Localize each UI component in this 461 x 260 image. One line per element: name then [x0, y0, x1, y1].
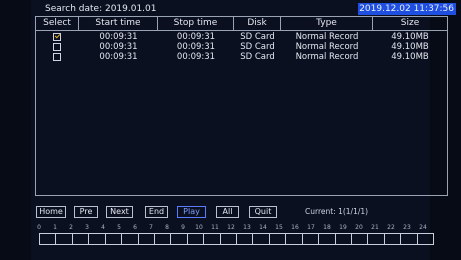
column-header-select: Select: [36, 17, 79, 30]
hour-label: 24: [419, 224, 427, 231]
timeline-segment[interactable]: [352, 234, 369, 244]
playback-search-screen: Search date: 2019.01.01 2019.12.02 11:37…: [0, 0, 461, 260]
row-checkbox[interactable]: [53, 43, 61, 51]
timeline-segment[interactable]: [418, 234, 433, 244]
timeline-segment[interactable]: [303, 234, 320, 244]
next-page-button[interactable]: Next: [106, 206, 133, 218]
hour-label: 2: [69, 224, 73, 231]
column-header-start-time: Start time: [79, 17, 158, 30]
timeline-hour-labels: 0 1 2 3 4 5 6 7 8 9 10 11 12 13 14 15 16…: [35, 224, 435, 233]
play-button[interactable]: Play: [177, 206, 206, 218]
system-clock: 2019.12.02 11:37:56: [358, 3, 456, 15]
row-disk: SD Card: [240, 32, 275, 42]
timeline-segment[interactable]: [286, 234, 303, 244]
column-header-size: Size: [400, 18, 420, 28]
row-checkbox[interactable]: [53, 53, 61, 61]
row-type: Normal Record: [295, 42, 359, 52]
hour-label: 15: [275, 224, 283, 231]
hour-label: 4: [101, 224, 105, 231]
row-start-time: 00:09:31: [99, 52, 138, 62]
row-size: 49.10MB: [391, 52, 429, 62]
hour-label: 23: [403, 224, 411, 231]
timeline-segment[interactable]: [319, 234, 336, 244]
timeline-bar[interactable]: [39, 233, 434, 245]
row-size: 49.10MB: [391, 32, 429, 42]
hour-label: 10: [195, 224, 203, 231]
table-row[interactable]: 00:09:31 00:09:31 SD Card Normal Record …: [36, 53, 447, 62]
timeline-segment[interactable]: [155, 234, 172, 244]
timeline-segment[interactable]: [73, 234, 90, 244]
row-stop-time: 00:09:31: [176, 42, 216, 52]
hour-label: 3: [85, 224, 89, 231]
first-page-button[interactable]: Home: [36, 206, 66, 218]
hour-label: 17: [307, 224, 315, 231]
timeline-segment[interactable]: [368, 234, 385, 244]
table-row[interactable]: 00:09:31 00:09:31 SD Card Normal Record …: [36, 43, 447, 52]
end-page-button[interactable]: End: [145, 206, 168, 218]
timeline-segment[interactable]: [270, 234, 287, 244]
timeline-segment[interactable]: [204, 234, 221, 244]
timeline-segment[interactable]: [237, 234, 254, 244]
row-size: 49.10MB: [391, 42, 429, 52]
timeline-segment[interactable]: [188, 234, 205, 244]
hour-label: 13: [243, 224, 251, 231]
hour-label: 16: [291, 224, 299, 231]
row-checkbox[interactable]: [53, 33, 61, 41]
row-start-time: 00:09:31: [99, 32, 138, 42]
timeline-segment[interactable]: [56, 234, 73, 244]
hour-label: 5: [117, 224, 121, 231]
quit-button[interactable]: Quit: [249, 206, 277, 218]
column-header-type: Type: [281, 17, 373, 30]
row-disk: SD Card: [240, 52, 275, 62]
hour-label: 7: [149, 224, 153, 231]
hour-label: 18: [323, 224, 331, 231]
table-row[interactable]: 00:09:31 00:09:31 SD Card Normal Record …: [36, 33, 447, 42]
row-start-time: 00:09:31: [99, 42, 138, 52]
timeline-segment[interactable]: [221, 234, 238, 244]
hour-label: 12: [227, 224, 235, 231]
search-date-label: Search date: 2019.01.01: [45, 4, 157, 14]
row-stop-time: 00:09:31: [176, 52, 216, 62]
column-header-disk: Disk: [234, 17, 281, 30]
hour-label: 1: [53, 224, 57, 231]
hour-label: 0: [37, 224, 41, 231]
hour-label: 21: [371, 224, 379, 231]
hour-label: 8: [165, 224, 169, 231]
select-all-button[interactable]: All: [216, 206, 239, 218]
hour-label: 22: [387, 224, 395, 231]
timeline-segment[interactable]: [385, 234, 402, 244]
hour-label: 9: [181, 224, 185, 231]
timeline-segment[interactable]: [89, 234, 106, 244]
hour-label: 6: [133, 224, 137, 231]
timeline-segment[interactable]: [253, 234, 270, 244]
timeline-segment[interactable]: [40, 234, 57, 244]
prev-page-button[interactable]: Pre: [74, 206, 98, 218]
timeline-segment[interactable]: [139, 234, 155, 244]
row-disk: SD Card: [240, 42, 275, 52]
hour-label: 14: [259, 224, 267, 231]
timeline-segment[interactable]: [336, 234, 353, 244]
timeline-segment[interactable]: [171, 234, 188, 244]
timeline-segment[interactable]: [122, 234, 139, 244]
table-header: Select Start time Stop time Disk Type Si…: [36, 17, 447, 31]
row-type: Normal Record: [295, 52, 359, 62]
timeline-segment[interactable]: [401, 234, 418, 244]
hour-label: 19: [339, 224, 347, 231]
timeline-segment[interactable]: [106, 234, 123, 244]
hour-label: 11: [211, 224, 219, 231]
current-record-label: Current: 1(1/1/1): [305, 207, 369, 216]
hour-label: 20: [355, 224, 363, 231]
row-type: Normal Record: [295, 32, 359, 42]
row-stop-time: 00:09:31: [176, 32, 216, 42]
column-header-stop-time: Stop time: [158, 17, 234, 30]
record-table: Select Start time Stop time Disk Type Si…: [35, 16, 448, 196]
